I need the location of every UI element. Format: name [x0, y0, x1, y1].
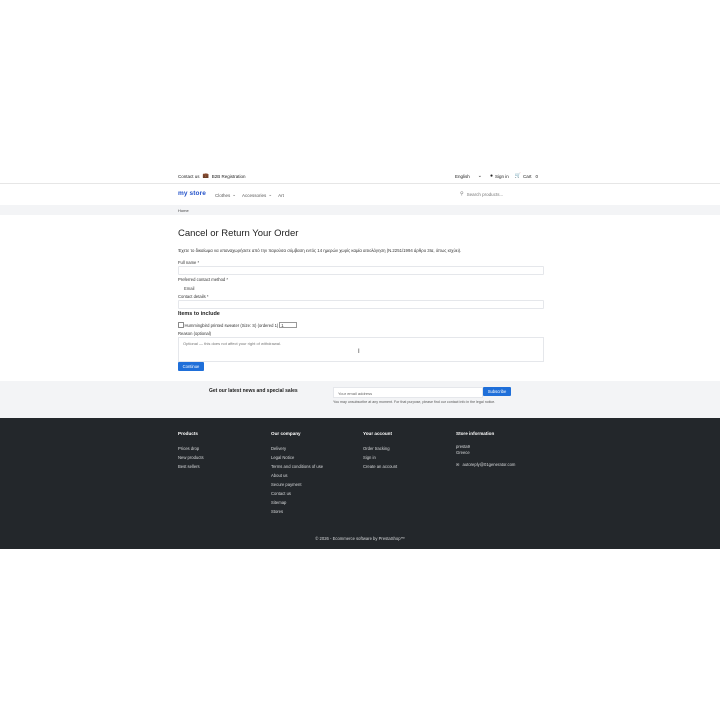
contact-details-label: Contact details * — [178, 294, 209, 299]
sign-in-link[interactable]: ● Sign in — [489, 173, 509, 180]
footer-link[interactable]: Sign in — [363, 453, 397, 462]
nav-label: Clothes — [215, 192, 231, 198]
footer-link[interactable]: Sitemap — [271, 498, 323, 507]
newsletter-email-input[interactable]: Your email address — [333, 387, 483, 398]
text-cursor-icon: I — [358, 349, 360, 355]
nav-item-art[interactable]: Art — [278, 192, 284, 198]
footer: Products Prices drop New products Best s… — [0, 418, 720, 549]
footer-link[interactable]: Best sellers — [178, 462, 204, 471]
store-country: Greece — [456, 450, 470, 455]
breadcrumb: Home — [0, 205, 720, 215]
items-heading: Items to include — [178, 311, 220, 317]
cart-label: Cart — [523, 174, 532, 179]
store-logo[interactable]: my store — [178, 190, 206, 197]
footer-heading: Store information — [456, 431, 495, 436]
footer-account: Your account Order tracking Sign in Crea… — [363, 431, 397, 471]
footer-link[interactable]: About us — [271, 471, 323, 480]
contact-method-value: Email — [184, 285, 195, 291]
briefcase-icon: 💼 — [202, 173, 209, 179]
footer-company: Our company Delivery Legal Notice Terms … — [271, 431, 323, 516]
logo-my: my — [178, 190, 188, 197]
newsletter-section: Get our latest news and special sales Yo… — [0, 381, 720, 418]
contact-details-field[interactable] — [178, 300, 544, 309]
search-placeholder: Search products... — [466, 191, 504, 197]
breadcrumb-home[interactable]: Home — [178, 208, 189, 213]
language-label: English — [455, 174, 470, 179]
footer-link[interactable]: Delivery — [271, 444, 323, 453]
cart-icon: 🛒 — [514, 173, 521, 179]
withdrawal-notice: Έχετε το δικαίωμα να υπαναχωρήσετε από τ… — [178, 248, 462, 253]
page-title: Cancel or Return Your Order — [178, 228, 299, 239]
footer-products: Products Prices drop New products Best s… — [178, 431, 204, 471]
footer-link[interactable]: Legal Notice — [271, 453, 323, 462]
footer-store-info: Store information presta9 Greece ✉ autor… — [456, 431, 515, 467]
nav-label: Art — [278, 192, 284, 198]
footer-link[interactable]: Secure payment — [271, 480, 323, 489]
nav-item-clothes[interactable]: Clothes ⌄ — [215, 192, 236, 198]
cart-link[interactable]: 🛒 Cart 0 — [514, 173, 539, 180]
chevron-down-icon: ⌄ — [268, 192, 273, 197]
footer-link[interactable]: Terms and conditions of use — [271, 462, 323, 471]
logo-store: store — [189, 190, 206, 197]
store-email[interactable]: ✉ autoreply@01generator.com — [456, 462, 515, 467]
b2b-registration-link[interactable]: B2B Registration — [212, 174, 246, 179]
search-icon: ⚲ — [460, 191, 464, 197]
item-row: Hummingbird printed sweater (Size: S) (o… — [178, 322, 298, 328]
newsletter-placeholder: Your email address — [338, 390, 373, 396]
continue-button[interactable]: Continue — [178, 362, 204, 371]
main-nav: Clothes ⌄ Accessories ⌄ Art — [215, 192, 284, 198]
footer-link[interactable]: New products — [178, 453, 204, 462]
nav-label: Accessories — [242, 192, 267, 198]
sign-in-label: Sign in — [495, 174, 509, 179]
contact-us-link[interactable]: Contact us — [178, 174, 200, 179]
reason-label: Reason (optional) — [178, 331, 212, 336]
main-header: my store Clothes ⌄ Accessories ⌄ Art ⚲ Sea… — [0, 184, 720, 204]
item-quantity-input[interactable]: 1 — [279, 322, 298, 328]
top-bar: Contact us 💼 B2B Registration English ⌄ … — [0, 170, 720, 183]
reason-textarea[interactable]: Optional — this does not affect your rig… — [178, 337, 544, 362]
contact-method-label: Preferred contact method * — [178, 277, 229, 282]
newsletter-title: Get our latest news and special sales — [209, 388, 298, 394]
language-selector[interactable]: English ⌄ — [455, 173, 482, 180]
footer-link[interactable]: Stores — [271, 507, 323, 516]
footer-heading: Our company — [271, 431, 301, 436]
footer-link[interactable]: Order tracking — [363, 444, 397, 453]
footer-link[interactable]: Create an account — [363, 462, 397, 471]
cart-count: 0 — [535, 174, 539, 179]
page: Contact us 💼 B2B Registration English ⌄ … — [0, 170, 720, 549]
contact-method-select[interactable]: Email — [178, 283, 544, 292]
full-name-field[interactable] — [178, 266, 544, 275]
envelope-icon: ✉ — [456, 462, 460, 467]
chevron-down-icon: ⌄ — [232, 192, 237, 197]
footer-heading: Your account — [363, 431, 393, 436]
item-checkbox[interactable] — [178, 322, 184, 328]
chevron-down-icon: ⌄ — [477, 173, 482, 179]
store-email-text: autoreply@01generator.com — [462, 462, 516, 467]
subscribe-button[interactable]: Subscribe — [483, 387, 511, 396]
item-label: Hummingbird printed sweater (Size: S) (o… — [184, 322, 279, 328]
reason-placeholder: Optional — this does not affect your rig… — [183, 341, 281, 346]
copyright[interactable]: © 2026 - Ecommerce software by PrestaSho… — [0, 536, 720, 541]
search-box[interactable]: ⚲ Search products... — [460, 191, 503, 197]
footer-link[interactable]: Contact us — [271, 489, 323, 498]
nav-item-accessories[interactable]: Accessories ⌄ — [242, 192, 272, 198]
newsletter-fine-print: You may unsubscribe at any moment. For t… — [333, 400, 496, 404]
full-name-label: Full name * — [178, 260, 200, 265]
footer-heading: Products — [178, 431, 198, 436]
footer-link[interactable]: Prices drop — [178, 444, 204, 453]
user-icon: ● — [489, 173, 493, 179]
